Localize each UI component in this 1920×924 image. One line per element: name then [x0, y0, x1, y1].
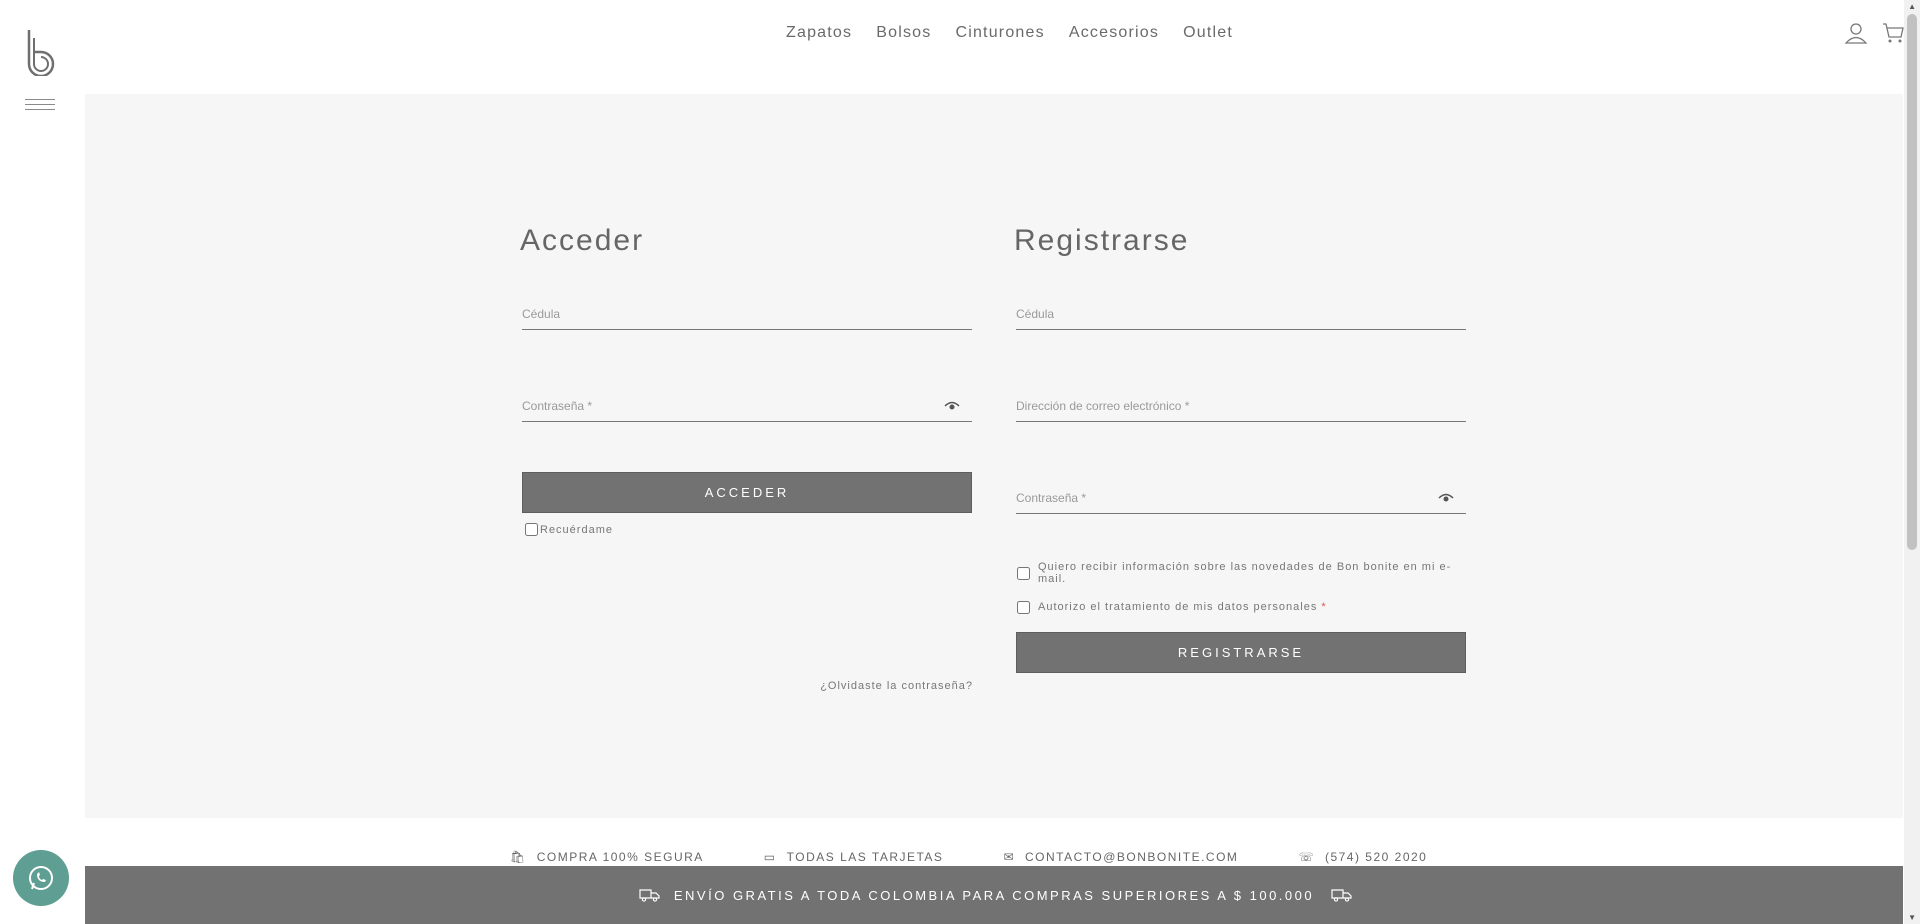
account-main-area: Acceder ACCEDER Recuérdame ¿Olvidaste la…: [85, 94, 1903, 818]
scroll-down-arrow-icon[interactable]: ▼: [1908, 913, 1916, 922]
privacy-option: Autorizo el tratamiento de mis datos per…: [1017, 590, 1465, 624]
feature-email: ✉ CONTACTO@BONBONITE.COM: [1003, 850, 1239, 864]
shipping-banner-text: ENVÍO GRATIS A TODA COLOMBIA PARA COMPRA…: [673, 887, 1315, 903]
truck-icon: [639, 889, 660, 902]
login-title: Acceder: [520, 224, 645, 257]
nav-item-zapatos[interactable]: Zapatos: [786, 24, 852, 42]
nav-item-cinturones[interactable]: Cinturones: [955, 24, 1044, 42]
truck-icon: [1331, 889, 1352, 902]
whatsapp-icon: [29, 866, 53, 890]
feature-secure: 🛍 COMPRA 100% SEGURA: [510, 850, 704, 864]
remember-me-label: Recuérdame: [540, 523, 613, 536]
features-strip: 🛍 COMPRA 100% SEGURA ▭ TODAS LAS TARJETAS …: [510, 850, 1427, 864]
newsletter-checkbox[interactable]: [1017, 566, 1030, 580]
login-password-input[interactable]: [522, 399, 972, 413]
feature-phone: ☏ (574) 520 2020: [1298, 850, 1428, 864]
register-password-input[interactable]: [1016, 491, 1466, 505]
nav-item-outlet[interactable]: Outlet: [1183, 24, 1233, 42]
left-sidebar: [0, 0, 84, 924]
mail-icon: ✉: [1003, 850, 1016, 864]
register-email-input[interactable]: [1016, 399, 1466, 413]
shopping-cart-icon[interactable]: [1882, 22, 1904, 44]
vertical-scrollbar[interactable]: ▲ ▼: [1904, 0, 1920, 924]
newsletter-label: Quiero recibir información sobre las nov…: [1038, 561, 1452, 585]
required-marker: *: [1321, 601, 1327, 613]
whatsapp-chat-button[interactable]: [13, 850, 69, 906]
card-icon: ▭: [763, 850, 777, 864]
login-password-field: [522, 380, 972, 422]
shipping-banner: ENVÍO GRATIS A TODA COLOMBIA PARA COMPRA…: [85, 866, 1903, 924]
register-section: Registrarse Quiero recibir información s…: [1013, 224, 1466, 673]
user-account-icon[interactable]: [1844, 22, 1868, 44]
register-cedula-field: [1016, 288, 1466, 330]
nav-item-accesorios[interactable]: Accesorios: [1069, 24, 1159, 42]
login-cedula-input[interactable]: [522, 307, 972, 321]
show-password-icon[interactable]: [1438, 493, 1454, 503]
main-menu: Zapatos Bolsos Cinturones Accesorios Out…: [786, 24, 1233, 42]
forgot-password-link[interactable]: ¿Olvidaste la contraseña?: [820, 680, 973, 692]
bag-icon: 🛍: [510, 850, 527, 864]
top-navigation: Zapatos Bolsos Cinturones Accesorios Out…: [84, 0, 1904, 94]
scrollbar-thumb[interactable]: [1907, 14, 1917, 550]
login-button[interactable]: ACCEDER: [522, 472, 972, 513]
feature-cards: ▭ TODAS LAS TARJETAS: [763, 850, 944, 864]
register-button[interactable]: REGISTRARSE: [1016, 632, 1466, 673]
privacy-label: Autorizo el tratamiento de mis datos per…: [1038, 601, 1318, 613]
hamburger-menu-icon[interactable]: [25, 99, 55, 113]
scroll-up-arrow-icon[interactable]: ▲: [1908, 2, 1916, 11]
remember-me: Recuérdame: [525, 523, 971, 536]
phone-icon: ☏: [1298, 850, 1315, 864]
login-section: Acceder ACCEDER Recuérdame ¿Olvidaste la…: [519, 224, 972, 692]
login-cedula-field: [522, 288, 972, 330]
newsletter-option: Quiero recibir información sobre las nov…: [1017, 556, 1465, 590]
register-title: Registrarse: [1014, 224, 1190, 257]
register-password-field: [1016, 472, 1466, 514]
remember-me-checkbox[interactable]: [525, 523, 538, 536]
register-cedula-input[interactable]: [1016, 307, 1466, 321]
register-email-field: [1016, 380, 1466, 422]
show-password-icon[interactable]: [944, 401, 960, 411]
privacy-checkbox[interactable]: [1017, 600, 1030, 614]
brand-logo[interactable]: [26, 28, 56, 76]
nav-item-bolsos[interactable]: Bolsos: [876, 24, 931, 42]
